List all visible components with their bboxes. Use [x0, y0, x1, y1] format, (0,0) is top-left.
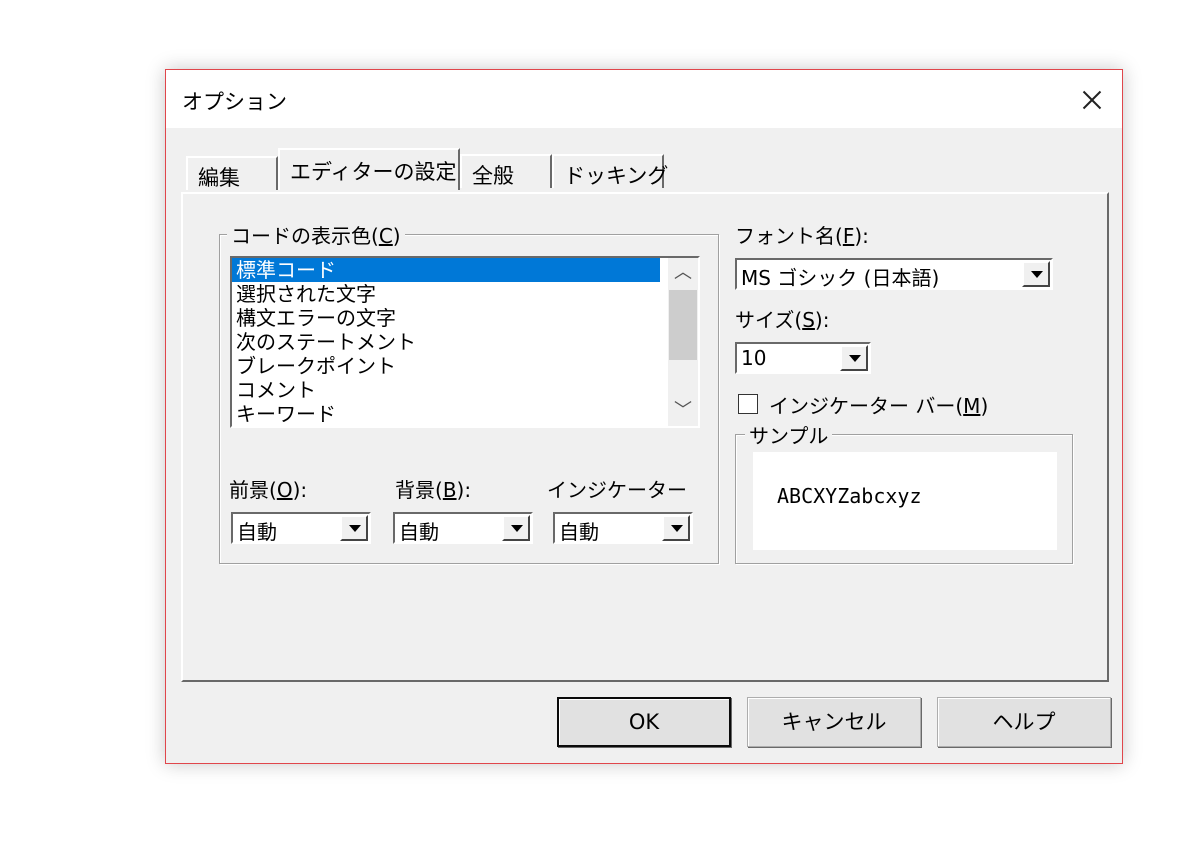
- scroll-thumb[interactable]: [669, 290, 697, 360]
- tab-editor-settings-label: エディターの設定: [290, 160, 457, 184]
- cancel-button[interactable]: キャンセル: [747, 697, 921, 747]
- tab-general[interactable]: 全般: [460, 154, 552, 188]
- chevron-down-icon[interactable]: [840, 345, 868, 371]
- indicator-label: インジケーター: [547, 478, 687, 502]
- list-item[interactable]: 標準コード: [232, 258, 660, 282]
- background-select[interactable]: 自動: [393, 512, 533, 544]
- title-bar: オプション: [166, 70, 1122, 128]
- size-select[interactable]: 10: [735, 342, 871, 374]
- list-item[interactable]: 構文エラーの文字: [232, 306, 660, 330]
- sample-label: サンプル: [745, 420, 833, 449]
- background-value: 自動: [399, 520, 439, 544]
- tab-edit[interactable]: 編集: [186, 156, 278, 190]
- font-name-value: MS ゴシック (日本語): [741, 266, 940, 290]
- tab-editor-settings[interactable]: エディターの設定: [278, 148, 460, 190]
- dialog-title: オプション: [182, 90, 287, 114]
- font-name-select[interactable]: MS ゴシック (日本語): [735, 258, 1053, 290]
- size-label: サイズ(S):: [735, 308, 830, 332]
- foreground-select[interactable]: 自動: [231, 512, 371, 544]
- foreground-value: 自動: [237, 520, 277, 544]
- foreground-label: 前景(O):: [229, 478, 308, 502]
- chevron-down-icon[interactable]: [1022, 261, 1050, 287]
- chevron-down-icon[interactable]: [340, 515, 368, 541]
- sample-text: ABCXYZabcxyz: [777, 484, 922, 508]
- tab-panel: コードの表示色(C) 標準コード 選択された文字 構文エラーの文字 次のステート…: [181, 192, 1109, 682]
- chevron-down-icon[interactable]: [502, 515, 530, 541]
- size-value: 10: [741, 346, 767, 370]
- options-dialog: オプション 編集 エディターの設定 全般 ドッキング コードの表示色(C) 標準…: [165, 69, 1123, 764]
- list-item[interactable]: コメント: [232, 378, 660, 402]
- indicator-value: 自動: [559, 520, 599, 544]
- list-item[interactable]: 選択された文字: [232, 282, 660, 306]
- tab-edit-label: 編集: [198, 166, 240, 190]
- sample-preview: ABCXYZabcxyz: [753, 452, 1057, 550]
- help-button[interactable]: ヘルプ: [937, 697, 1111, 747]
- scroll-down-icon[interactable]: ﹀: [668, 396, 698, 426]
- tab-docking-label: ドッキング: [564, 164, 669, 188]
- list-item[interactable]: ブレークポイント: [232, 354, 660, 378]
- list-item[interactable]: 次のステートメント: [232, 330, 660, 354]
- tab-docking[interactable]: ドッキング: [552, 154, 668, 188]
- indicator-bar-checkbox[interactable]: [738, 394, 758, 414]
- scroll-up-icon[interactable]: ︿: [668, 258, 698, 288]
- list-scrollbar[interactable]: ︿ ﹀: [668, 258, 698, 426]
- indicator-select[interactable]: 自動: [553, 512, 693, 544]
- code-colors-label: コードの表示色(C): [227, 220, 405, 249]
- code-color-list[interactable]: 標準コード 選択された文字 構文エラーの文字 次のステートメント ブレークポイン…: [230, 256, 700, 428]
- close-icon[interactable]: [1072, 80, 1112, 120]
- chevron-down-icon[interactable]: [662, 515, 690, 541]
- tab-general-label: 全般: [472, 164, 514, 188]
- indicator-bar-label[interactable]: インジケーター バー(M): [769, 390, 988, 419]
- background-label: 背景(B):: [395, 478, 472, 502]
- list-item[interactable]: キーワード: [232, 402, 660, 426]
- font-name-label: フォント名(F):: [735, 224, 869, 248]
- ok-button[interactable]: OK: [557, 697, 731, 747]
